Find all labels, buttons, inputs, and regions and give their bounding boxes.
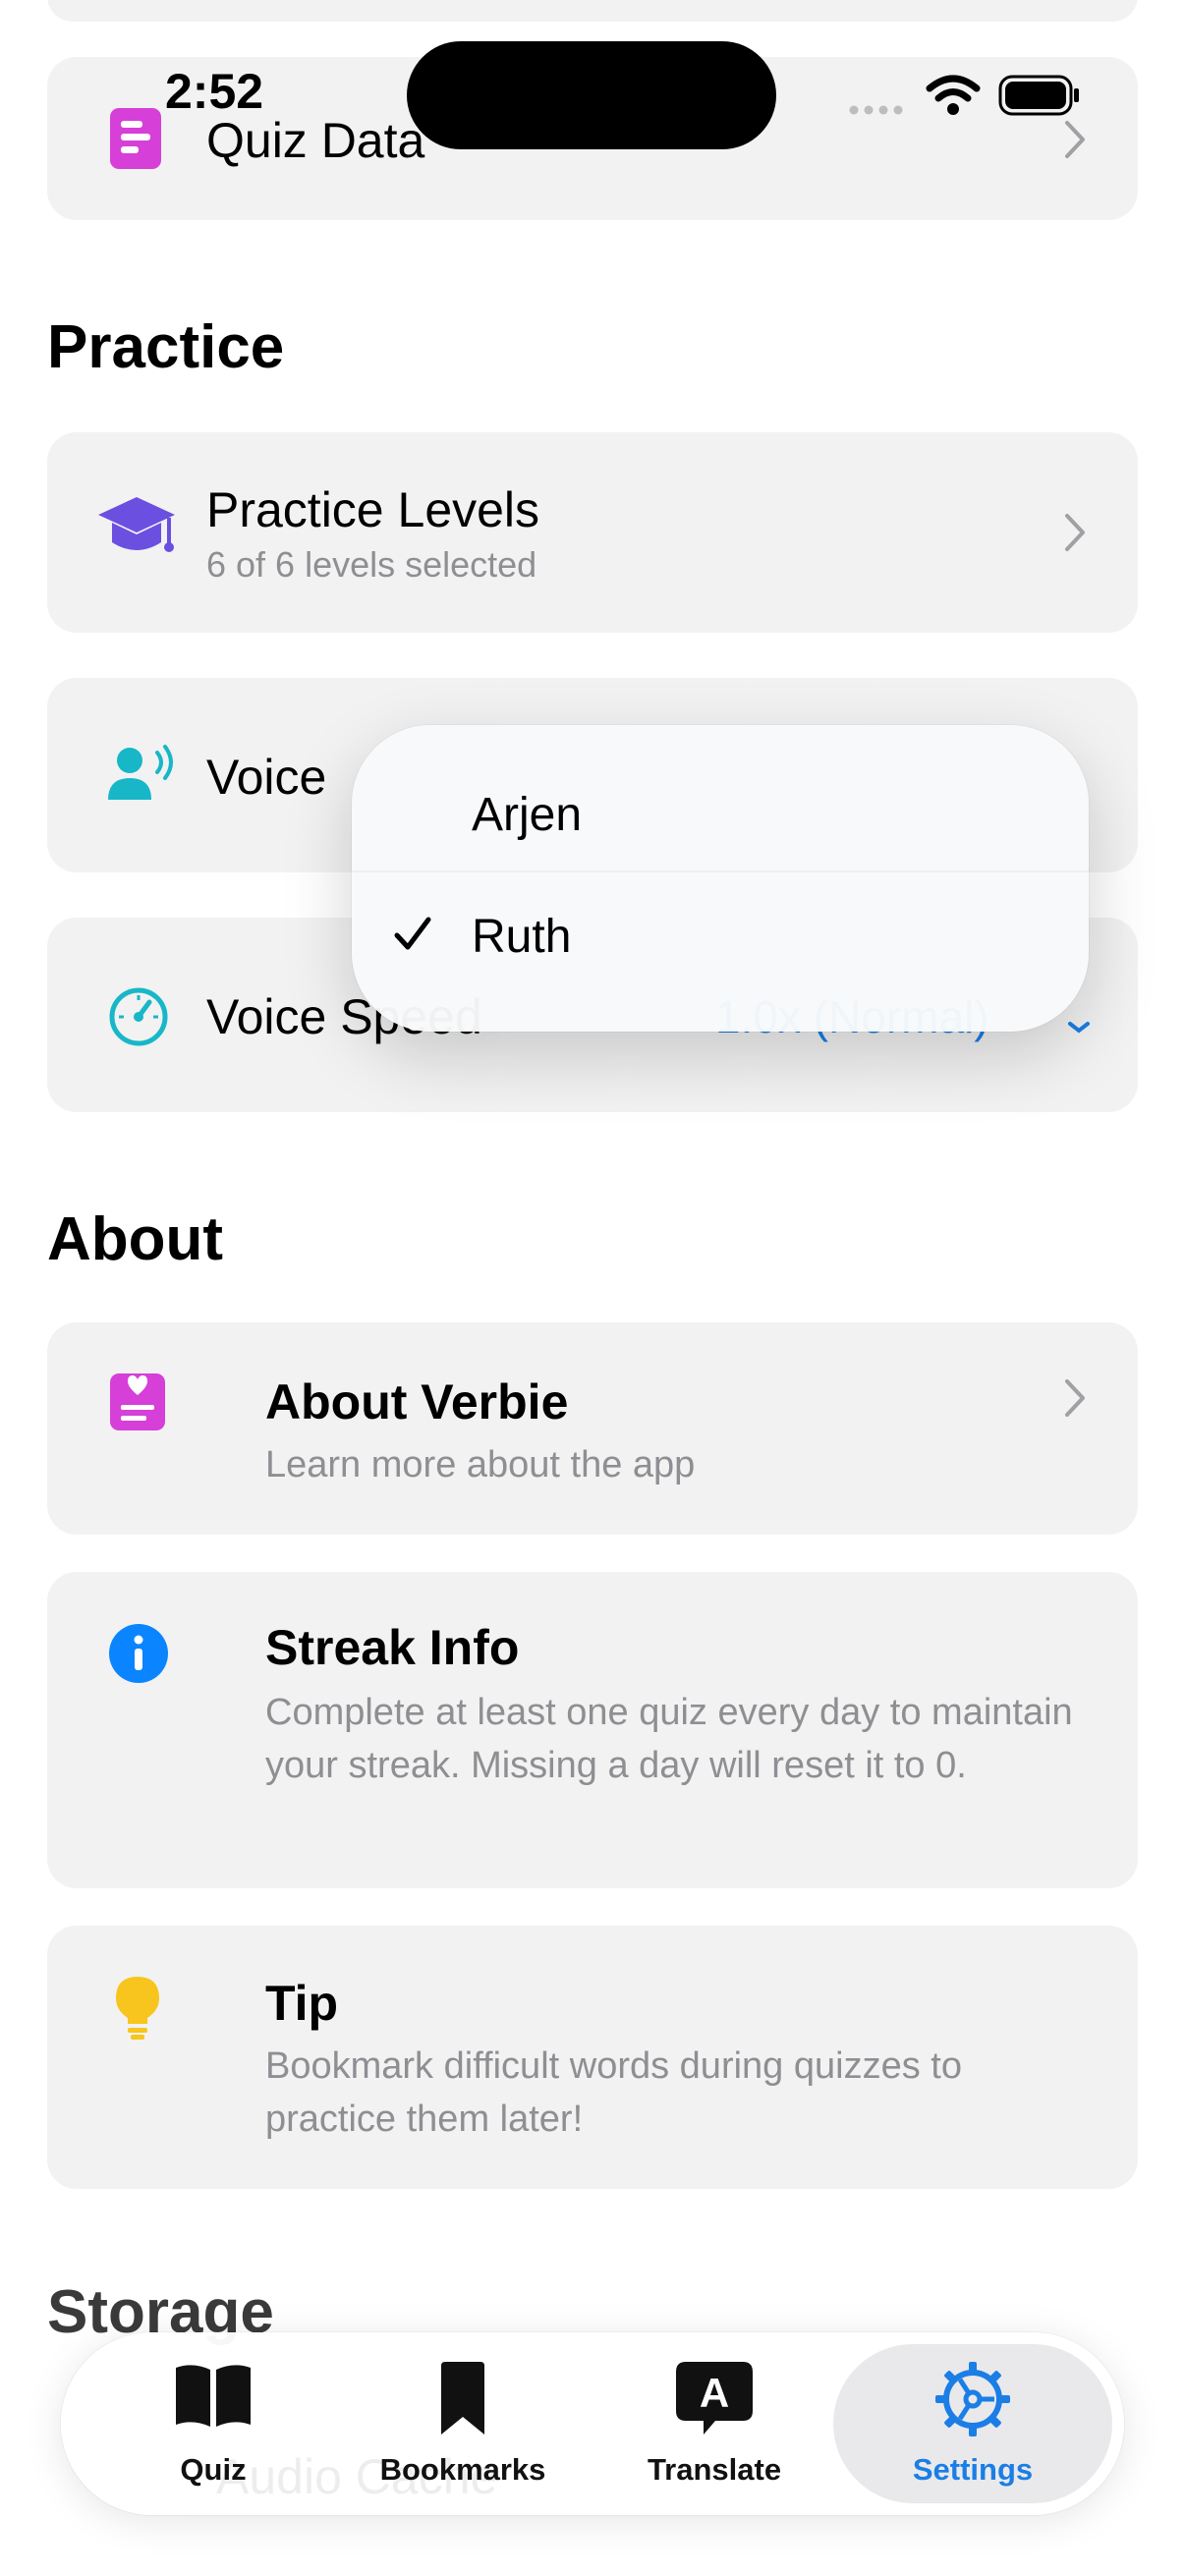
practice-levels-subtitle: 6 of 6 levels selected (206, 544, 537, 585)
tab-translate[interactable]: A Translate (592, 2332, 837, 2515)
streak-info-title: Streak Info (265, 1620, 520, 1675)
heart-document-icon (110, 1373, 165, 1430)
voice-option-label: Arjen (472, 789, 583, 841)
tip-title: Tip (265, 1976, 339, 2031)
about-heading: About (47, 1205, 224, 1273)
tip-card: Tip Bookmark difficult words during quiz… (47, 1926, 1138, 2189)
person-speaking-icon (108, 745, 173, 800)
about-verbie-subtitle: Learn more about the app (265, 1444, 696, 1485)
voice-option-label: Ruth (472, 911, 572, 963)
previous-card-partial (47, 0, 1138, 22)
voice-label: Voice (206, 750, 327, 805)
info-circle-icon (109, 1624, 168, 1683)
chevron-right-icon (1065, 514, 1085, 551)
wifi-icon (926, 75, 981, 115)
translate-icon: A (676, 2362, 753, 2435)
battery-icon (998, 75, 1079, 116)
lightbulb-icon (116, 1977, 159, 2040)
tab-settings[interactable]: Settings (850, 2332, 1096, 2515)
tab-label: Bookmarks (379, 2452, 546, 2487)
tab-bar: Audio Cache Quiz Bookmarks A Translate S… (61, 2332, 1124, 2515)
tab-label: Settings (912, 2452, 1034, 2487)
practice-levels-row[interactable]: Practice Levels 6 of 6 levels selected (47, 432, 1138, 633)
tab-label: Quiz (180, 2452, 247, 2487)
tab-bookmarks[interactable]: Bookmarks (340, 2332, 586, 2515)
checkmark-icon (394, 917, 431, 950)
about-verbie-row[interactable]: About Verbie Learn more about the app (47, 1322, 1138, 1535)
dynamic-island (407, 41, 776, 149)
tip-body: Bookmark difficult words during quizzes … (265, 2045, 962, 2140)
about-verbie-title: About Verbie (265, 1374, 569, 1429)
svg-text:A: A (700, 2370, 729, 2416)
tab-quiz[interactable]: Quiz (90, 2332, 336, 2515)
voice-option-ruth[interactable]: Ruth (352, 872, 1089, 1032)
book-icon (176, 2365, 251, 2427)
signal-dots-icon (849, 102, 908, 115)
document-icon (110, 108, 161, 169)
bookmark-icon (441, 2362, 484, 2435)
voice-option-arjen[interactable]: Arjen (352, 725, 1089, 853)
speedometer-icon (109, 987, 168, 1046)
practice-levels-title: Practice Levels (206, 482, 540, 537)
streak-info-body: Complete at least one quiz every day to … (265, 1692, 1073, 1786)
practice-heading: Practice (47, 313, 285, 381)
tab-label: Translate (647, 2452, 782, 2487)
graduation-cap-icon (98, 497, 175, 552)
quiz-data-label: Quiz Data (206, 113, 425, 168)
chevron-right-icon (1065, 1379, 1085, 1417)
streak-info-card: Streak Info Complete at least one quiz e… (47, 1572, 1138, 1888)
voice-picker-menu: Arjen Ruth (352, 725, 1089, 1032)
chevron-right-icon (1065, 121, 1085, 158)
status-time: 2:52 (165, 64, 264, 119)
gear-icon (935, 2362, 1010, 2436)
